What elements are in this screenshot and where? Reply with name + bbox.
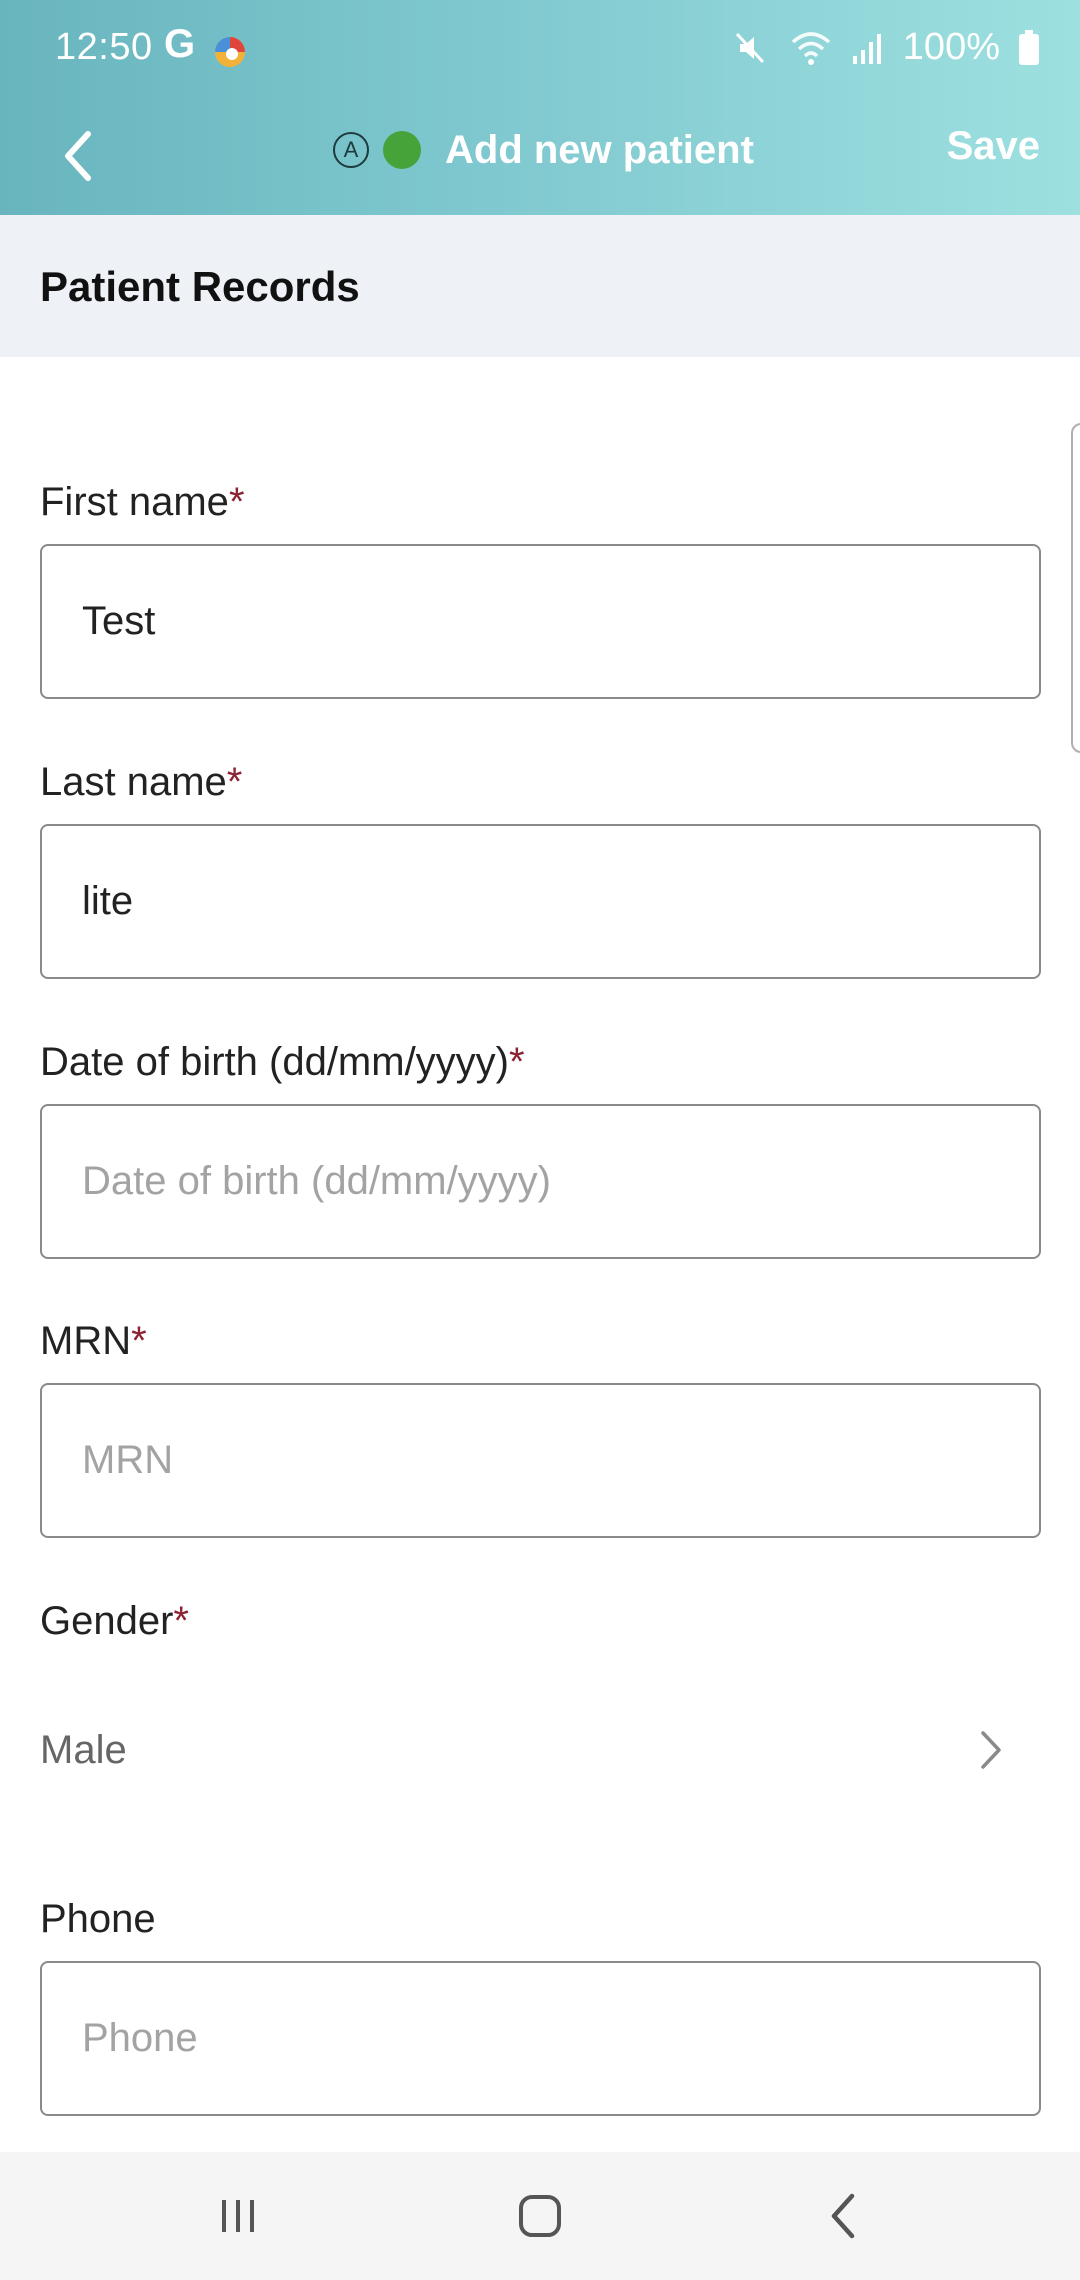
title-group: A Add new patient	[333, 100, 754, 200]
dob-label-text: Date of birth (dd/mm/yyyy)	[40, 1040, 510, 1084]
status-icons: 100%	[731, 26, 1040, 69]
mrn-input[interactable]	[40, 1383, 1041, 1538]
phone-input[interactable]	[40, 1961, 1041, 2116]
section-title: Patient Records	[40, 263, 360, 310]
phone-label-text: Phone	[40, 1897, 156, 1941]
required-marker: *	[228, 480, 245, 524]
last-name-label: Last name*	[40, 760, 242, 805]
system-back-button[interactable]	[805, 2178, 881, 2254]
last-name-input[interactable]	[40, 824, 1041, 979]
mrn-label: MRN*	[40, 1319, 147, 1364]
recent-apps-icon	[222, 2200, 254, 2232]
chevron-right-icon	[981, 1731, 1001, 1769]
last-name-label-text: Last name	[40, 760, 227, 804]
google-icon: G	[164, 22, 196, 66]
battery-icon	[1018, 29, 1040, 66]
gender-value: Male	[40, 1727, 127, 1772]
recent-apps-button[interactable]	[200, 2178, 276, 2254]
auto-badge-icon: A	[333, 132, 369, 168]
required-marker: *	[509, 1040, 525, 1084]
app-header: 12:50 G 100% A Add new patient Save	[0, 0, 1080, 215]
required-marker: *	[173, 1599, 189, 1643]
chevron-left-icon	[65, 131, 91, 181]
battery-percentage: 100%	[902, 26, 1000, 68]
back-icon	[831, 2193, 855, 2239]
home-button[interactable]	[502, 2178, 578, 2254]
first-name-label: First name*	[40, 480, 245, 525]
gender-label: Gender*	[40, 1599, 189, 1644]
status-bar: 12:50 G 100%	[0, 0, 1080, 100]
required-marker: *	[131, 1319, 147, 1363]
required-marker: *	[226, 760, 243, 804]
back-button[interactable]	[40, 118, 116, 194]
home-icon	[519, 2195, 561, 2237]
signal-icon	[851, 28, 885, 68]
scroll-indicator[interactable]	[1071, 423, 1080, 753]
dob-label: Date of birth (dd/mm/yyyy)*	[40, 1040, 525, 1085]
online-status-dot	[383, 131, 421, 169]
mrn-label-text: MRN	[40, 1319, 132, 1363]
first-name-input[interactable]	[40, 544, 1041, 699]
phone-label: Phone	[40, 1897, 156, 1942]
mute-icon	[731, 28, 771, 68]
gender-select[interactable]: Male	[40, 1700, 1041, 1800]
status-time: 12:50	[55, 26, 153, 68]
first-name-label-text: First name	[40, 480, 229, 524]
save-button[interactable]: Save	[947, 124, 1040, 169]
wifi-icon	[789, 28, 833, 68]
page-title: Add new patient	[445, 127, 754, 172]
section-header: Patient Records	[0, 215, 1080, 357]
dob-input[interactable]	[40, 1104, 1041, 1259]
app-bar: A Add new patient Save	[0, 100, 1080, 215]
system-nav-bar	[0, 2152, 1080, 2280]
app-notification-icon	[212, 34, 248, 70]
gender-label-text: Gender	[40, 1599, 174, 1643]
